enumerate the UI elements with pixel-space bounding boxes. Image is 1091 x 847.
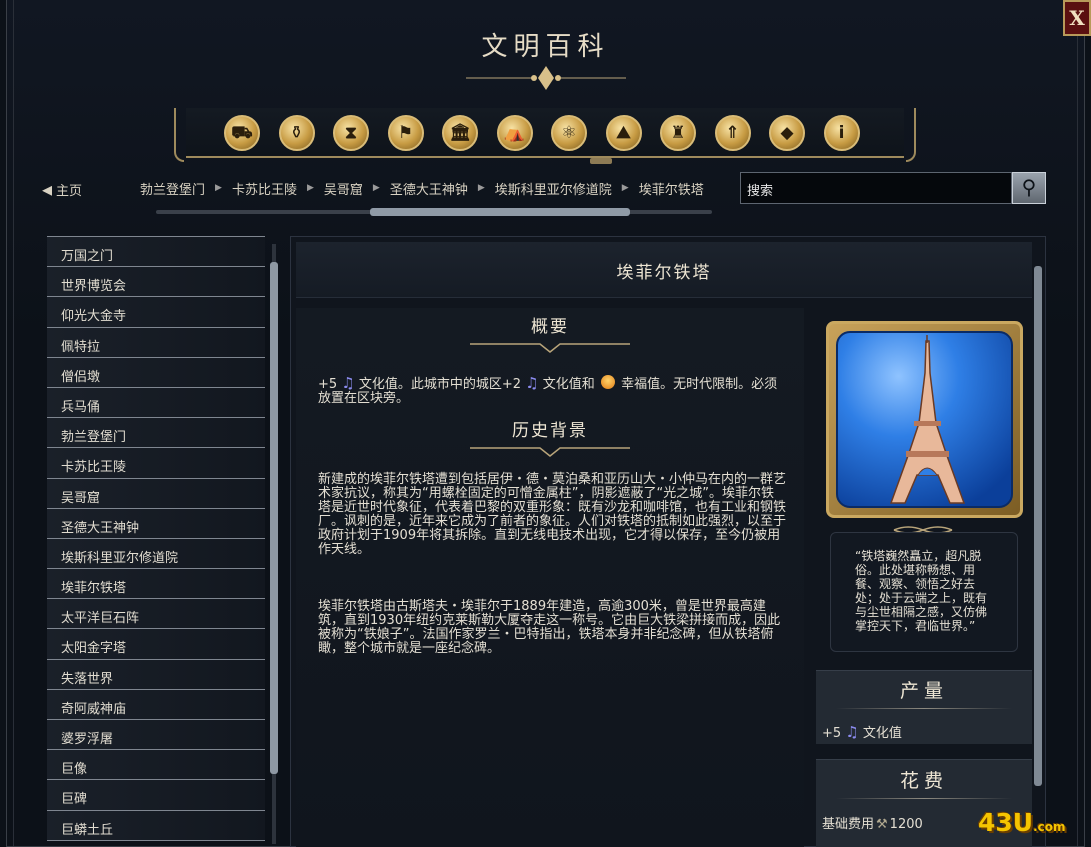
government-icon[interactable]: 🏛 <box>442 115 478 151</box>
list-item[interactable]: 失落世界 <box>47 659 265 690</box>
breadcrumb-separator-icon: ▶ <box>477 183 485 193</box>
list-item[interactable]: 佩特拉 <box>47 327 265 358</box>
buildings-icon[interactable]: ⚱ <box>278 115 315 151</box>
info-icon[interactable]: i <box>823 115 860 151</box>
back-arrow-icon: ◂ <box>42 177 53 201</box>
list-item[interactable]: 太平洋巨石阵 <box>47 599 265 630</box>
list-item[interactable]: 太阳金字塔 <box>47 629 265 660</box>
list-item[interactable]: 卡苏比王陵 <box>47 448 265 479</box>
list-item[interactable]: 僧侣墩 <box>47 357 265 388</box>
breadcrumb-separator-icon: ▶ <box>372 183 380 193</box>
culture-icon: ♫ <box>845 723 859 741</box>
article-scroll-thumb[interactable] <box>1034 266 1042 786</box>
history-paragraph-1: 新建成的埃菲尔铁塔遭到包括居伊・德・莫泊桑和亚历山大・小仲马在内的一群艺术家抗议… <box>318 472 787 557</box>
search-input[interactable]: 搜索 <box>740 172 1012 204</box>
list-item[interactable]: 吴哥窟 <box>47 478 265 509</box>
summary-ornament <box>470 343 630 353</box>
site-watermark-logo: 43U.com <box>978 808 1066 837</box>
summary-text: +5 ♫ 文化值。此城市中的城区+2 ♫ 文化值和 幸福值。无时代限制。必须放置… <box>318 374 778 406</box>
list-item[interactable]: 世界博览会 <box>47 267 265 298</box>
yield-divider <box>836 708 1012 709</box>
page-title: 文明百科 <box>481 32 610 62</box>
summary-heading: 概要 <box>531 317 569 337</box>
list-item[interactable]: 婆罗浮屠 <box>47 720 265 751</box>
resources-icon[interactable]: ◆ <box>769 115 805 151</box>
list-item[interactable]: 圣德大王神钟 <box>47 508 265 539</box>
wonders-icon[interactable]: ⧗ <box>333 115 369 151</box>
search-button[interactable]: ⚲ <box>1012 172 1046 204</box>
list-scrollbar[interactable] <box>269 236 279 847</box>
eiffel-tower-icon <box>889 335 966 504</box>
article-scrollbar[interactable] <box>1034 244 1042 847</box>
history-paragraph-2: 埃菲尔铁塔由古斯塔夫・埃菲尔于1889年建造，高逾300米，曾是世界最高建筑，直… <box>318 599 781 656</box>
toolbar-tab-indicator <box>590 158 612 164</box>
list-item[interactable]: 仰光大金寺 <box>47 297 265 328</box>
culture-icon: ♫ <box>525 374 539 392</box>
history-ornament <box>470 447 630 457</box>
breadcrumb-item[interactable]: 吴哥窟 <box>324 179 363 198</box>
improvements-icon[interactable]: ⇑ <box>714 115 751 151</box>
breadcrumb-item[interactable]: 埃菲尔铁塔 <box>639 179 704 198</box>
breadcrumb-scroll-thumb[interactable] <box>370 208 630 216</box>
technology-icon[interactable]: ⚛ <box>551 115 587 151</box>
article-title: 埃菲尔铁塔 <box>616 263 712 283</box>
yield-heading: 产量 <box>899 680 948 702</box>
breadcrumb-item[interactable]: 圣德大王神钟 <box>390 179 468 198</box>
production-icon: ⚒ <box>876 817 888 832</box>
breadcrumb-separator-icon: ▶ <box>306 183 314 193</box>
breadcrumb: 勃兰登堡门 ▶ 卡苏比王陵 ▶ 吴哥窟 ▶ 圣德大王神钟 ▶ 埃斯科里亚尔修道院 ▶ 埃菲尔铁塔 <box>140 179 704 198</box>
list-item[interactable]: 巨蟒土丘 <box>47 810 265 841</box>
wonder-portrait <box>826 321 1023 518</box>
cost-row: 基础费用 ⚒ 1200 <box>822 813 923 832</box>
list-item[interactable]: 埃斯科里亚尔修道院 <box>47 538 265 570</box>
cost-divider <box>836 798 1012 799</box>
list-scroll-thumb[interactable] <box>270 262 278 774</box>
breadcrumb-scrollbar[interactable] <box>156 208 712 216</box>
home-label: 主页 <box>56 183 83 199</box>
search-icon: ⚲ <box>1021 175 1037 199</box>
list-item[interactable]: 兵马俑 <box>47 387 265 419</box>
title-ornament <box>466 66 626 90</box>
wonder-list: 万国之门 世界博览会 仰光大金寺 佩特拉 僧侣墩 兵马俑 勃兰登堡门 卡苏比王陵 吴哥窟 圣德大王… <box>47 236 265 847</box>
list-item[interactable]: 万国之门 <box>47 237 265 268</box>
quote-text: “铁塔巍然矗立，超凡脱俗。此处堪称畅想、用餐、观察、领悟之好去处；处于云端之上，… <box>830 532 1018 652</box>
list-item[interactable]: 勃兰登堡门 <box>47 418 265 449</box>
cost-heading: 花费 <box>899 770 948 792</box>
breadcrumb-item[interactable]: 埃斯科里亚尔修道院 <box>495 179 612 198</box>
list-item[interactable]: 奇阿威神庙 <box>47 689 265 720</box>
units-icon[interactable]: ⛟ <box>224 115 260 151</box>
terrain-icon[interactable]: ⛰ <box>605 115 642 151</box>
list-item[interactable]: 巨像 <box>47 750 265 781</box>
breadcrumb-separator-icon: ▶ <box>215 183 222 193</box>
category-toolbar: ⛟ ⚱ ⧗ ⚑ 🏛 ⛺ ⚛ ⛰ ♜ ⇑ ◆ i <box>174 108 916 162</box>
list-item[interactable]: 埃菲尔铁塔 <box>47 569 265 600</box>
home-link[interactable]: ◂ 主页 <box>42 178 82 200</box>
yield-row: +5 ♫ 文化值 <box>822 722 902 741</box>
breadcrumb-item[interactable]: 勃兰登堡门 <box>140 179 205 198</box>
cost-value: 1200 <box>889 817 923 832</box>
city-states-icon[interactable]: ♜ <box>660 115 696 151</box>
amenity-icon <box>600 375 615 389</box>
list-item[interactable]: 巨碑 <box>47 780 265 811</box>
yield-value: +5 <box>822 726 842 741</box>
breadcrumb-item[interactable]: 卡苏比王陵 <box>232 179 297 198</box>
cost-label: 基础费用 <box>822 817 875 832</box>
history-heading: 历史背景 <box>512 421 588 441</box>
breadcrumb-separator-icon: ▶ <box>621 183 629 193</box>
culture-icon: ♫ <box>341 374 355 392</box>
yield-label: 文化值 <box>862 726 902 741</box>
districts-icon[interactable]: ⚑ <box>387 115 424 151</box>
religion-icon[interactable]: ⛺ <box>496 115 533 151</box>
